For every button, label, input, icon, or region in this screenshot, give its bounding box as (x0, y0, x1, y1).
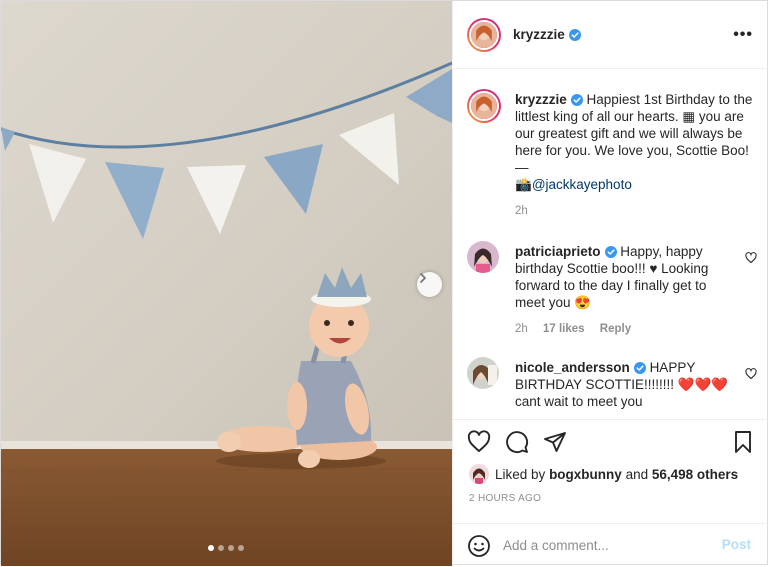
action-icons (467, 430, 567, 454)
more-options-button[interactable]: ••• (733, 26, 753, 44)
caption-avatar[interactable] (467, 89, 501, 123)
carousel-dot-active (208, 545, 214, 551)
comment-text: patriciaprieto Happy, happy birthday Sco… (515, 243, 759, 338)
share-paper-plane-icon[interactable] (543, 430, 567, 454)
photo-illustration (1, 1, 452, 566)
comment-line: birthday Scottie boo!!! ♥ Looking (515, 261, 709, 276)
carousel-dot (218, 545, 224, 551)
chevron-right-icon (420, 273, 426, 283)
caption-time: 2h (515, 205, 528, 217)
reply-button[interactable]: Reply (600, 323, 631, 335)
caption-username[interactable]: kryzzzie (515, 92, 567, 107)
liker-avatar[interactable] (469, 464, 489, 484)
likes-count-link[interactable]: 56,498 others (652, 467, 738, 482)
author-username[interactable]: kryzzzie (513, 27, 565, 42)
verified-badge-icon (568, 28, 581, 41)
commenter-avatar[interactable] (467, 241, 499, 273)
liked-by-prefix: Liked by (495, 466, 546, 482)
caption-text: kryzzzie Happiest 1st Birthday to the li… (515, 91, 759, 220)
like-comment-heart-icon[interactable] (745, 252, 757, 264)
next-slide-button[interactable] (417, 272, 442, 297)
instagram-post: kryzzzie ••• kryzzzie Happiest 1st Birth… (0, 0, 768, 566)
post-side-panel: kryzzzie ••• kryzzzie Happiest 1st Birth… (452, 1, 768, 566)
comment-line: HAPPY (649, 360, 696, 375)
emoji-smiley-icon[interactable] (467, 534, 491, 558)
like-comment-heart-icon[interactable] (745, 368, 757, 380)
comment-line: forward to the day I finally get to (515, 278, 707, 293)
verified-badge-icon (633, 362, 646, 374)
comment-text: nicole_andersson HAPPY BIRTHDAY SCOTTIE!… (515, 359, 759, 410)
post-actions: Liked by bogxbunny and 56,498 others 2 H… (453, 419, 768, 566)
comments-list: kryzzzie Happiest 1st Birthday to the li… (453, 69, 768, 419)
wall (1, 1, 452, 451)
caption-line: here for you. We love you, Scottie Boo! (515, 143, 749, 158)
comment-line: meet you 😍 (515, 295, 592, 310)
comment-line: Happy, happy (620, 244, 703, 259)
avatar-image (467, 241, 499, 273)
caption-line: littlest king of all our hearts. ▦ you a… (515, 109, 744, 124)
photographer-tag-link[interactable]: @jackkayephoto (532, 177, 632, 192)
comment-line: BIRTHDAY SCOTTIE!!!!!!!! ❤️❤️❤️ (515, 377, 729, 392)
comment-line: cant wait to meet you (515, 394, 643, 409)
caption-line: our greatest gift and we will always be (515, 126, 743, 141)
carousel-dot (228, 545, 234, 551)
likes-summary: Liked by bogxbunny and 56,498 others (469, 464, 738, 484)
likes-and: and (625, 466, 649, 482)
camera-emoji: 📸 (515, 177, 532, 192)
post-timestamp[interactable]: 2 HOURS AGO (469, 493, 541, 504)
carousel-indicator (208, 545, 244, 551)
commenter-username[interactable]: nicole_andersson (515, 360, 630, 375)
caption-line: — (515, 160, 529, 175)
comment-likes-link[interactable]: 17 likes (543, 323, 585, 335)
commenter-username[interactable]: patriciaprieto (515, 244, 601, 259)
verified-badge-icon (604, 246, 617, 258)
author-avatar[interactable] (467, 17, 501, 52)
avatar-image (471, 93, 497, 119)
add-comment-bar: Post (453, 523, 768, 567)
caption-line: Happiest 1st Birthday to the (586, 92, 753, 107)
liker-username[interactable]: bogxbunny (549, 467, 622, 482)
save-bookmark-icon[interactable] (731, 430, 755, 454)
verified-badge-icon (570, 94, 583, 106)
like-heart-icon[interactable] (467, 430, 491, 454)
post-header: kryzzzie ••• (453, 1, 768, 69)
caption-meta: 2h (515, 203, 759, 220)
post-photo[interactable] (1, 1, 452, 566)
add-comment-input[interactable] (503, 538, 703, 553)
commenter-avatar[interactable] (467, 357, 499, 389)
post-comment-button[interactable]: Post (722, 537, 751, 552)
avatar-image (471, 21, 497, 48)
avatar-image (469, 464, 489, 484)
comment-meta: 2h 17 likes Reply (515, 321, 759, 338)
comment-time: 2h (515, 323, 528, 335)
avatar-image (467, 357, 499, 389)
carousel-dot (238, 545, 244, 551)
comment-bubble-icon[interactable] (505, 430, 529, 454)
